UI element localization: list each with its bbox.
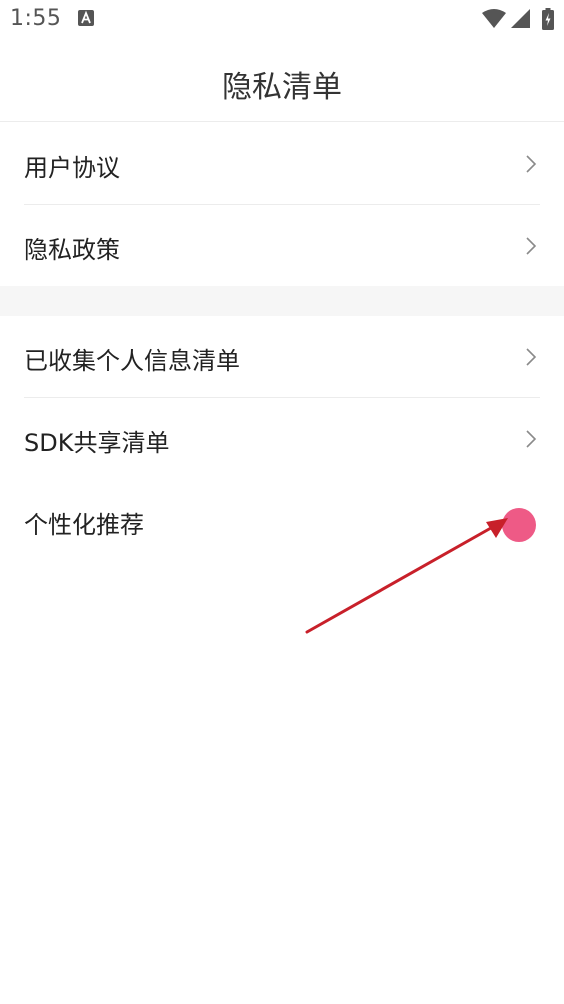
chevron-right-icon bbox=[526, 430, 537, 448]
list-item-label: 已收集个人信息清单 bbox=[24, 347, 240, 375]
agreements-section: 用户协议 隐私政策 bbox=[0, 123, 564, 287]
list-item-user-agreement[interactable]: 用户协议 bbox=[24, 123, 540, 205]
battery-charging-icon bbox=[542, 8, 554, 30]
chevron-right-icon bbox=[526, 237, 537, 255]
status-time: 1:55 bbox=[10, 6, 62, 31]
status-bar: 1:55 bbox=[0, 0, 564, 40]
wifi-icon bbox=[482, 9, 506, 28]
title-bar: 隐私清单 bbox=[0, 40, 564, 122]
list-item-privacy-policy[interactable]: 隐私政策 bbox=[24, 205, 540, 287]
list-item-sdk-sharing[interactable]: SDK共享清单 bbox=[24, 398, 540, 480]
chevron-right-icon bbox=[526, 348, 537, 366]
list-item-label: 隐私政策 bbox=[24, 236, 120, 264]
privacy-list-screen: 1:55 隐私清单 用户协议 隐私政策 已收集个人信息清单 SDK共享清单 个性… bbox=[0, 0, 564, 1004]
section-divider bbox=[0, 286, 564, 316]
notification-a-icon bbox=[78, 10, 94, 26]
list-item-label: 个性化推荐 bbox=[24, 511, 144, 539]
signal-icon bbox=[511, 9, 530, 28]
chevron-right-icon bbox=[526, 155, 537, 173]
list-item-collected-info[interactable]: 已收集个人信息清单 bbox=[24, 316, 540, 398]
list-item-label: 用户协议 bbox=[24, 154, 120, 182]
list-item-label: SDK共享清单 bbox=[24, 429, 170, 457]
page-title: 隐私清单 bbox=[222, 70, 342, 105]
annotation-arrow bbox=[305, 518, 508, 634]
